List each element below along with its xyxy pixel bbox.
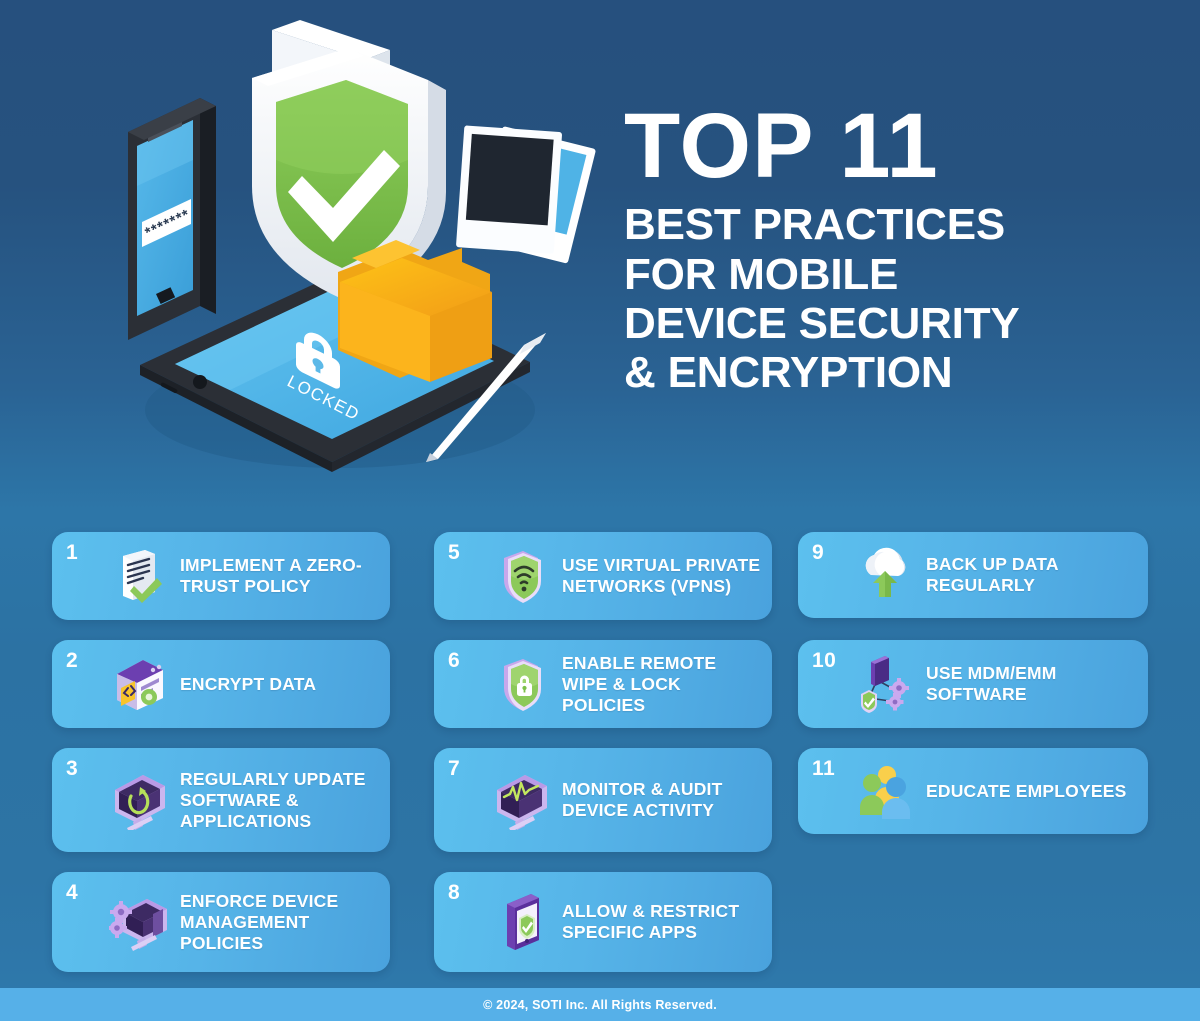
practice-label: ALLOW & RESTRICT SPECIFIC APPS (562, 901, 740, 942)
practice-number: 5 (448, 541, 461, 564)
practice-card-6[interactable]: 6 ENABLE REMOTE WIPE & LOCK POLICIES (434, 640, 772, 728)
practices-column-2: 5 USE VIRTUAL PRIVATE NETWORKS (VPNS) 6 … (434, 532, 772, 972)
practice-number: 4 (66, 881, 79, 904)
practices-column-1: 1 IMPLEMENT A ZERO-TRUST POLICY 2 ENCRYP… (52, 532, 390, 972)
practice-label: EDUCATE EMPLOYEES (926, 780, 1127, 801)
photos (456, 125, 596, 264)
practice-label: USE MDM/EMM SOFTWARE (926, 663, 1057, 704)
headline-block: TOP 11 BEST PRACTICES FOR MOBILE DEVICE … (624, 95, 1124, 398)
footer-bar: © 2024, SOTI Inc. All Rights Reserved. (0, 988, 1200, 1021)
practice-card-10[interactable]: 10 USE MDM/EMM SOFTWARE (798, 640, 1148, 728)
practice-card-7[interactable]: 7 MONITOR & AUDIT DEVICE ACTIVITY (434, 748, 772, 852)
practice-number: 6 (448, 649, 461, 672)
practice-card-4[interactable]: 4 ENFORCE DEVICE MANAGEMENT POLICIES (52, 872, 390, 972)
practice-label: ENCRYPT DATA (180, 673, 317, 694)
monitor-gears-icon (108, 891, 170, 953)
practice-card-1[interactable]: 1 IMPLEMENT A ZERO-TRUST POLICY (52, 532, 390, 620)
device-network-gears-icon (854, 653, 916, 715)
headline-line3: FOR MOBILE (624, 249, 899, 299)
practice-number: 10 (812, 649, 837, 672)
headline-top11: TOP 11 (624, 95, 939, 197)
practice-label: IMPLEMENT A ZERO-TRUST POLICY (180, 555, 362, 596)
practices-grid: 1 IMPLEMENT A ZERO-TRUST POLICY 2 ENCRYP… (0, 532, 1200, 972)
code-window-encryption-icon (108, 653, 170, 715)
practice-card-11[interactable]: 11 EDUCATE EMPLOYEES (798, 748, 1148, 834)
cloud-upload-icon (854, 544, 916, 606)
practice-number: 7 (448, 757, 461, 780)
document-check-icon (108, 545, 170, 607)
practices-column-3: 9 BACK UP DATA REGULARLY 10 USE MDM/EMM … (798, 532, 1148, 834)
practice-card-3[interactable]: 3 REGULARLY UPDATE SOFTWARE & APPLICATIO… (52, 748, 390, 852)
shield-wifi-icon (490, 545, 552, 607)
practice-card-8[interactable]: 8 ALLOW & RESTRICT SPECIFIC APPS (434, 872, 772, 972)
practice-number: 3 (66, 757, 79, 780)
copyright-text: © 2024, SOTI Inc. All Rights Reserved. (483, 997, 717, 1012)
monitor-pulse-icon (490, 769, 552, 831)
hero-illustration: LOCKED ******* (90, 10, 620, 510)
practice-number: 2 (66, 649, 79, 672)
phone-shield-check-icon (490, 891, 552, 953)
practice-number: 9 (812, 541, 825, 564)
practice-number: 11 (812, 757, 836, 780)
headline-line5: & ENCRYPTION (624, 348, 953, 398)
practice-number: 8 (448, 881, 461, 904)
practice-label: BACK UP DATA REGULARLY (926, 554, 1059, 595)
practice-label: USE VIRTUAL PRIVATE NETWORKS (VPNS) (562, 555, 761, 596)
people-group-icon (854, 760, 916, 822)
headline-line2: BEST PRACTICES (624, 200, 1006, 250)
shield-lock-icon (490, 653, 552, 715)
phone: ******* (128, 98, 216, 340)
practice-label: MONITOR & AUDIT DEVICE ACTIVITY (562, 779, 723, 820)
practice-card-9[interactable]: 9 BACK UP DATA REGULARLY (798, 532, 1148, 618)
monitor-refresh-icon (108, 769, 170, 831)
practice-label: ENABLE REMOTE WIPE & LOCK POLICIES (562, 652, 717, 715)
headline-line4: DEVICE SECURITY (624, 298, 1020, 348)
practice-number: 1 (66, 541, 79, 564)
practice-card-2[interactable]: 2 ENCRYPT DATA (52, 640, 390, 728)
practice-label: REGULARLY UPDATE SOFTWARE & APPLICATIONS (180, 768, 366, 831)
practice-card-5[interactable]: 5 USE VIRTUAL PRIVATE NETWORKS (VPNS) (434, 532, 772, 620)
practice-label: ENFORCE DEVICE MANAGEMENT POLICIES (180, 890, 339, 953)
